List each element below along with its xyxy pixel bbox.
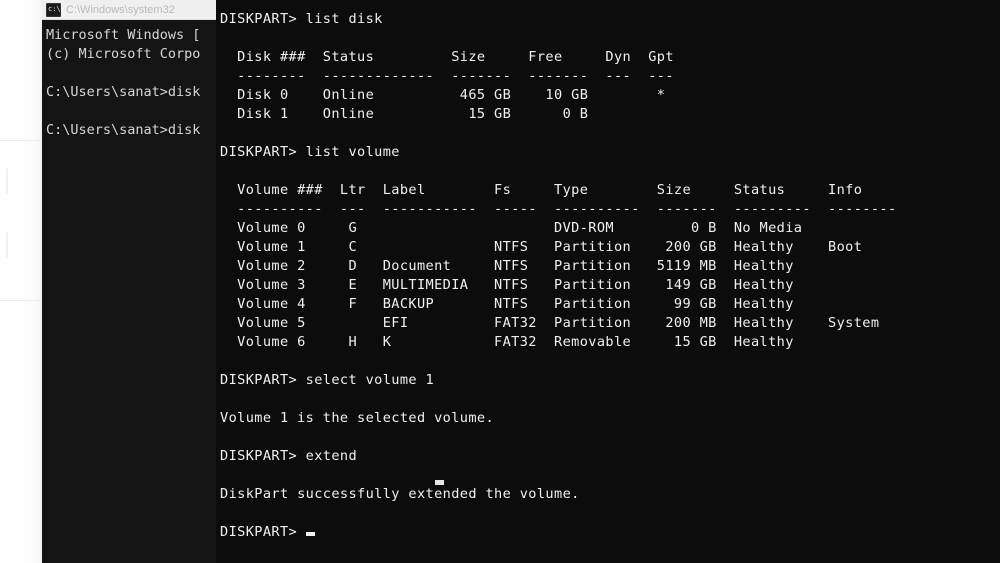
background-console-body[interactable]: Microsoft Windows [ (c) Microsoft Corpo … (42, 20, 218, 563)
background-console-text: Microsoft Windows [ (c) Microsoft Corpo … (46, 27, 201, 138)
backdrop-tick (6, 232, 8, 258)
background-console-window[interactable]: C:\Windows\system32 Microsoft Windows [ … (42, 0, 218, 563)
background-console-titlebar[interactable]: C:\Windows\system32 (42, 0, 218, 20)
extend-progress-cursor (435, 480, 444, 485)
background-console-title: C:\Windows\system32 (66, 3, 175, 16)
console-icon (46, 2, 61, 17)
backdrop-divider (0, 300, 42, 301)
diskpart-console-output: DISKPART> list disk Disk ### Status Size… (220, 11, 897, 540)
diskpart-console-window[interactable]: DISKPART> list disk Disk ### Status Size… (216, 0, 1000, 563)
desktop-backdrop (0, 0, 44, 563)
backdrop-divider (0, 140, 42, 141)
backdrop-tick (6, 168, 8, 194)
terminal-cursor (305, 532, 315, 536)
